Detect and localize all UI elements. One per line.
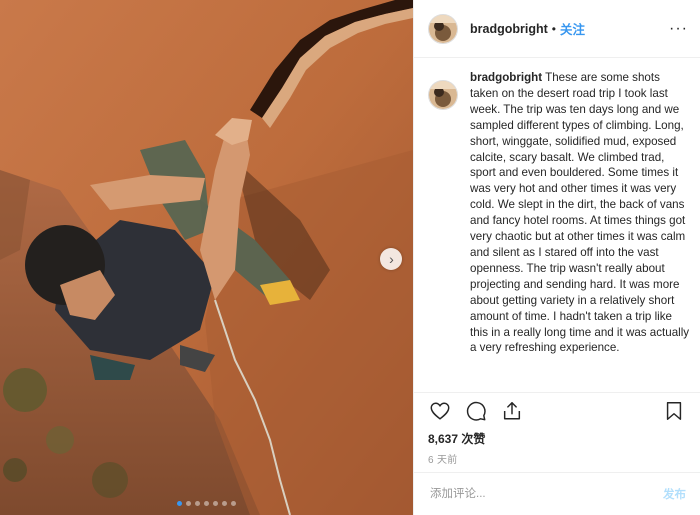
caption-avatar[interactable] [428,80,458,110]
caption-username[interactable]: bradgobright [470,71,542,84]
caption-area: bradgobright These are some shots taken … [428,70,690,386]
next-slide-button[interactable]: › [380,248,402,270]
carousel-dot [222,501,227,506]
action-bar [414,392,700,429]
follow-button[interactable]: 关注 [560,19,585,38]
save-button[interactable] [662,399,686,423]
avatar[interactable] [428,13,458,44]
chevron-right-icon: › [389,251,394,267]
separator-dot: • [551,21,556,36]
post-sidebar: bradgobright • 关注 ··· bradgobright These… [413,0,700,515]
climber-photo [0,0,413,515]
comment-bar: 发布 [414,472,700,515]
like-count[interactable]: 8,637 次赞 [428,430,485,447]
avatar-image [429,81,457,109]
carousel-dot [177,501,182,506]
post-comment-button[interactable]: 发布 [663,486,686,502]
comment-icon [466,401,486,421]
carousel-dot [231,501,236,506]
post-photo[interactable]: › [0,0,413,515]
carousel-dot [213,501,218,506]
post-header: bradgobright • 关注 ··· [414,0,700,58]
comment-button[interactable] [464,399,488,423]
bookmark-icon [666,402,682,420]
carousel-dot [186,501,191,506]
heart-icon [430,402,450,420]
username-link[interactable]: bradgobright [470,22,548,36]
more-options-icon[interactable]: ··· [669,20,688,38]
share-button[interactable] [500,399,524,423]
comment-input[interactable] [428,487,663,501]
carousel-dot [204,501,209,506]
carousel-indicator [0,501,413,506]
instagram-post: › bradgobright • 关注 ··· bradgobright The… [0,0,700,515]
avatar-image [429,14,457,43]
caption-text: bradgobright These are some shots taken … [470,70,690,386]
post-timestamp[interactable]: 6 天前 [428,451,458,466]
like-button[interactable] [428,399,452,423]
share-icon [503,402,521,420]
caption-body: These are some shots taken on the desert… [470,71,690,355]
carousel-dot [195,501,200,506]
